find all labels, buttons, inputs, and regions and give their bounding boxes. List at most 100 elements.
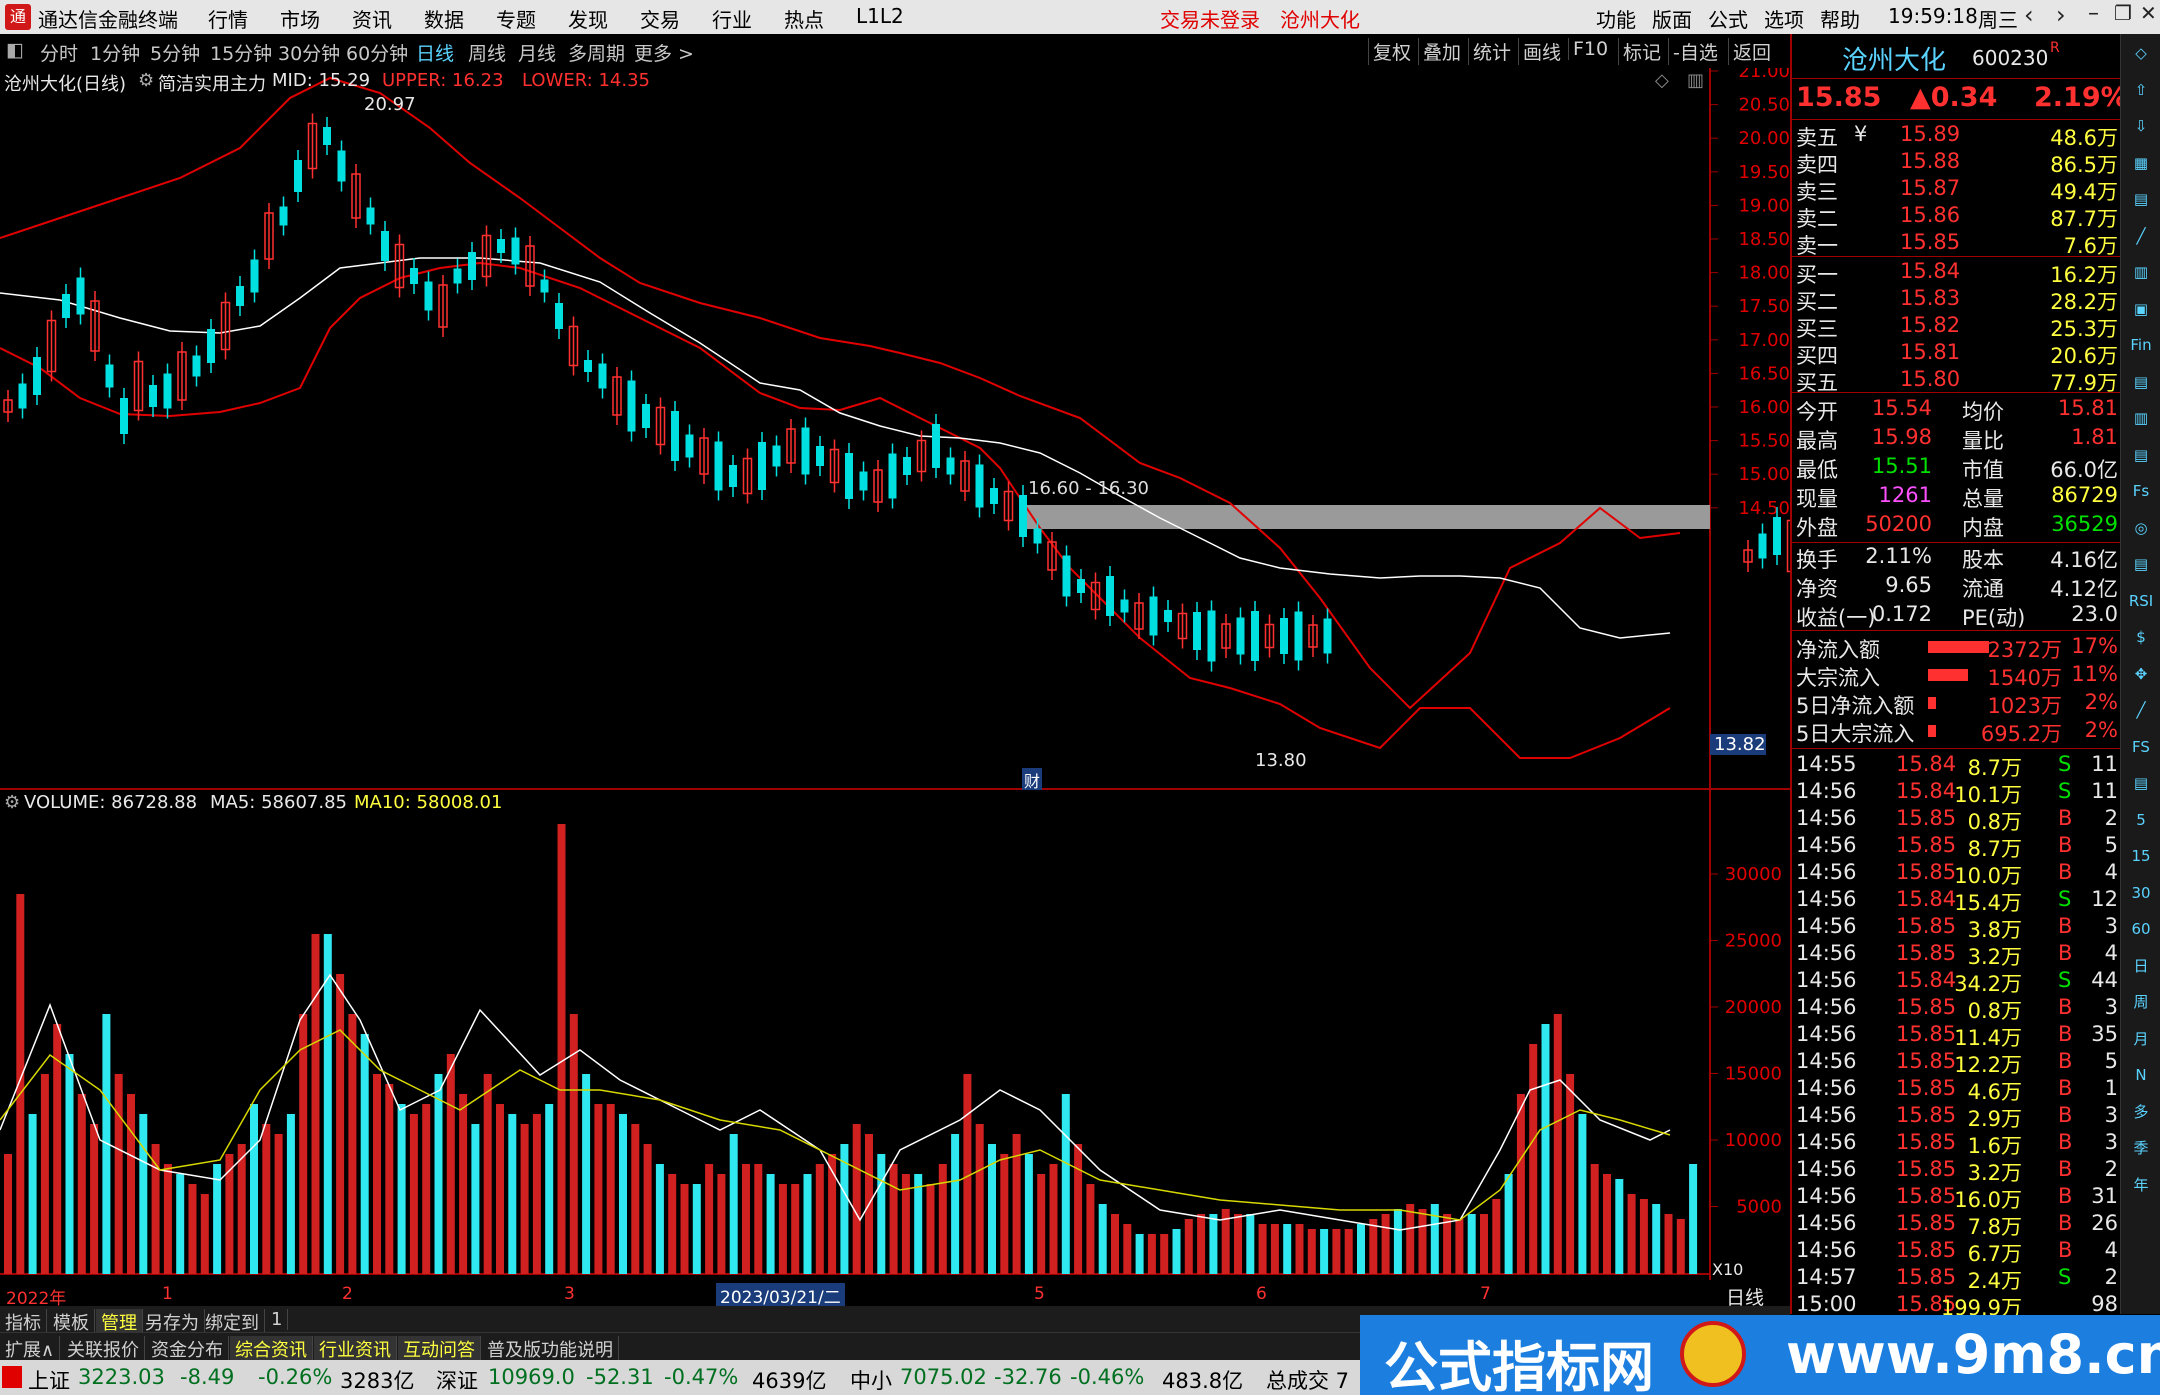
side-tool-icon[interactable]: 日 bbox=[2127, 953, 2155, 979]
flow-row: 大宗流入 1540万 11% bbox=[1792, 662, 2122, 690]
side-tool-icon[interactable]: RSI bbox=[2127, 588, 2155, 614]
zx-name[interactable]: 中小 bbox=[850, 1365, 892, 1395]
info-tab[interactable]: 资金分布 bbox=[146, 1336, 229, 1362]
return-button[interactable]: 返回 bbox=[1728, 38, 1775, 65]
maximize-icon[interactable]: ❐ bbox=[2114, 1, 2132, 25]
gear-icon[interactable]: ⚙ bbox=[138, 70, 154, 91]
menu-redian[interactable]: 热点 bbox=[784, 4, 824, 33]
stats-button[interactable]: 统计 bbox=[1468, 38, 1515, 65]
mark-button[interactable]: 标记 bbox=[1618, 38, 1665, 65]
menu-jiaoyi[interactable]: 交易 bbox=[640, 4, 680, 33]
side-tool-icon[interactable]: ◎ bbox=[2127, 515, 2155, 541]
candle-down bbox=[685, 434, 694, 458]
volume-bar bbox=[975, 1124, 984, 1274]
side-tool-icon[interactable]: ▦ bbox=[2127, 150, 2155, 176]
forward-arrow-icon[interactable]: › bbox=[2056, 1, 2066, 29]
side-tool-icon[interactable]: ◇ bbox=[2127, 40, 2155, 66]
side-tool-icon[interactable]: 月 bbox=[2127, 1026, 2155, 1052]
financial-report-marker[interactable]: 财 bbox=[1022, 768, 1043, 792]
period-1min[interactable]: 1分钟 bbox=[90, 39, 140, 66]
side-tool-icon[interactable]: ▤ bbox=[2127, 442, 2155, 468]
period-30min[interactable]: 30分钟 bbox=[278, 39, 340, 66]
side-tool-icon[interactable]: ▥ bbox=[2127, 405, 2155, 431]
f10-button[interactable]: F10 bbox=[1568, 38, 1612, 60]
side-tool-icon[interactable]: ⇧ bbox=[2127, 77, 2155, 103]
side-tool-icon[interactable]: FS bbox=[2127, 734, 2155, 760]
side-tool-icon[interactable]: 周 bbox=[2127, 989, 2155, 1015]
period-fenshi[interactable]: 分时 bbox=[40, 39, 78, 66]
side-tool-icon[interactable]: ▤ bbox=[2127, 186, 2155, 212]
side-tool-icon[interactable]: ✥ bbox=[2127, 661, 2155, 687]
side-tool-icon[interactable]: 30 bbox=[2127, 880, 2155, 906]
login-status[interactable]: 交易未登录 bbox=[1160, 4, 1260, 33]
bid-volume: 16.2万 bbox=[2050, 263, 2118, 287]
side-tool-icon[interactable]: $ bbox=[2127, 624, 2155, 650]
side-tool-icon[interactable]: 15 bbox=[2127, 843, 2155, 869]
period-5min[interactable]: 5分钟 bbox=[150, 39, 200, 66]
volume-gear-icon[interactable]: ⚙ bbox=[4, 792, 20, 813]
side-tool-icon[interactable]: ▤ bbox=[2127, 369, 2155, 395]
side-tool-icon[interactable]: ╱ bbox=[2127, 223, 2155, 249]
menu-hangqing[interactable]: 行情 bbox=[208, 4, 248, 33]
indicator-name[interactable]: 简洁实用主力 bbox=[158, 70, 266, 96]
diamond-icon[interactable]: ◇ bbox=[1655, 70, 1669, 91]
sh-name[interactable]: 上证 bbox=[28, 1365, 70, 1395]
minimize-icon[interactable]: – bbox=[2088, 1, 2099, 26]
menu-l1l2[interactable]: L1L2 bbox=[856, 4, 904, 28]
menu-hangye[interactable]: 行业 bbox=[712, 4, 752, 33]
side-tool-icon[interactable]: ▤ bbox=[2127, 770, 2155, 796]
candle-down bbox=[424, 281, 433, 311]
side-tool-icon[interactable]: ▥ bbox=[2127, 259, 2155, 285]
side-tool-icon[interactable]: 年 bbox=[2127, 1172, 2155, 1198]
period-weekly[interactable]: 周线 bbox=[468, 39, 506, 66]
side-tool-icon[interactable]: ▣ bbox=[2127, 296, 2155, 322]
info-tab[interactable]: 互动问答 bbox=[398, 1336, 481, 1362]
menu-faxian[interactable]: 发现 bbox=[568, 4, 608, 33]
info-tab[interactable]: 关联报价 bbox=[62, 1336, 145, 1362]
side-tool-icon[interactable]: ⇩ bbox=[2127, 113, 2155, 139]
overlay-button[interactable]: 叠加 bbox=[1418, 38, 1465, 65]
side-tool-icon[interactable]: ▤ bbox=[2127, 551, 2155, 577]
tick-price: 15.85 bbox=[1896, 1157, 1957, 1181]
volume-svg[interactable]: 30000 25000 20000 15000 10000 5000 bbox=[0, 790, 1790, 1280]
side-tool-icon[interactable]: 60 bbox=[2127, 916, 2155, 942]
menu-bangzhu[interactable]: 帮助 bbox=[1820, 4, 1860, 33]
period-multi[interactable]: 多周期 bbox=[568, 39, 625, 66]
menu-zhuanti[interactable]: 专题 bbox=[496, 4, 536, 33]
side-tool-icon[interactable]: 季 bbox=[2127, 1135, 2155, 1161]
info-tab[interactable]: 扩展∧ bbox=[0, 1336, 61, 1362]
draw-button[interactable]: 画线 bbox=[1518, 38, 1565, 65]
menu-gongshi[interactable]: 公式 bbox=[1708, 4, 1748, 33]
info-tab[interactable]: 综合资讯 bbox=[230, 1336, 313, 1362]
side-tool-icon[interactable]: N bbox=[2127, 1062, 2155, 1088]
kline-svg[interactable]: 21.00 20.50 20.00 19.50 19.00 18.50 18.00 17.50… bbox=[0, 61, 1927, 790]
panel-toggle-icon[interactable]: ▥ bbox=[1687, 70, 1704, 91]
menu-gongneng[interactable]: 功能 bbox=[1596, 4, 1636, 33]
period-daily[interactable]: 日线 bbox=[416, 39, 454, 66]
volume-chart-panel[interactable]: 30000 25000 20000 15000 10000 5000 ⚙ VOLUME: … bbox=[0, 790, 1790, 1280]
side-tool-icon[interactable]: ╱ bbox=[2127, 697, 2155, 723]
back-arrow-icon[interactable]: ‹ bbox=[2024, 1, 2034, 29]
menu-shuju[interactable]: 数据 bbox=[424, 4, 464, 33]
kline-chart-panel[interactable]: 21.00 20.50 20.00 19.50 19.00 18.50 18.00 17.50… bbox=[0, 61, 1927, 792]
fuquan-button[interactable]: 复权 bbox=[1368, 38, 1415, 65]
menu-xuanxiang[interactable]: 选项 bbox=[1764, 4, 1804, 33]
period-15min[interactable]: 15分钟 bbox=[210, 39, 272, 66]
side-tool-icon[interactable]: Fs bbox=[2127, 478, 2155, 504]
side-tool-icon[interactable]: Fin bbox=[2127, 332, 2155, 358]
period-more[interactable]: 更多 > bbox=[634, 39, 694, 66]
menu-zixun[interactable]: 资讯 bbox=[352, 4, 392, 33]
remove-watchlist-button[interactable]: -自选 bbox=[1668, 38, 1722, 65]
side-tool-icon[interactable]: 多 bbox=[2127, 1099, 2155, 1125]
period-monthly[interactable]: 月线 bbox=[518, 39, 556, 66]
side-tool-icon[interactable]: 5 bbox=[2127, 807, 2155, 833]
close-icon[interactable]: ✕ bbox=[2140, 1, 2157, 25]
info-tab[interactable]: 行业资讯 bbox=[314, 1336, 397, 1362]
info-tab[interactable]: 普及版功能说明 bbox=[482, 1336, 619, 1362]
indicator-tab[interactable]: 1 bbox=[266, 1309, 289, 1330]
period-60min[interactable]: 60分钟 bbox=[346, 39, 408, 66]
expand-icon[interactable]: ◧ bbox=[6, 39, 24, 61]
menu-shichang[interactable]: 市场 bbox=[280, 4, 320, 33]
menu-banmian[interactable]: 版面 bbox=[1652, 4, 1692, 33]
sz-name[interactable]: 深证 bbox=[436, 1365, 478, 1395]
